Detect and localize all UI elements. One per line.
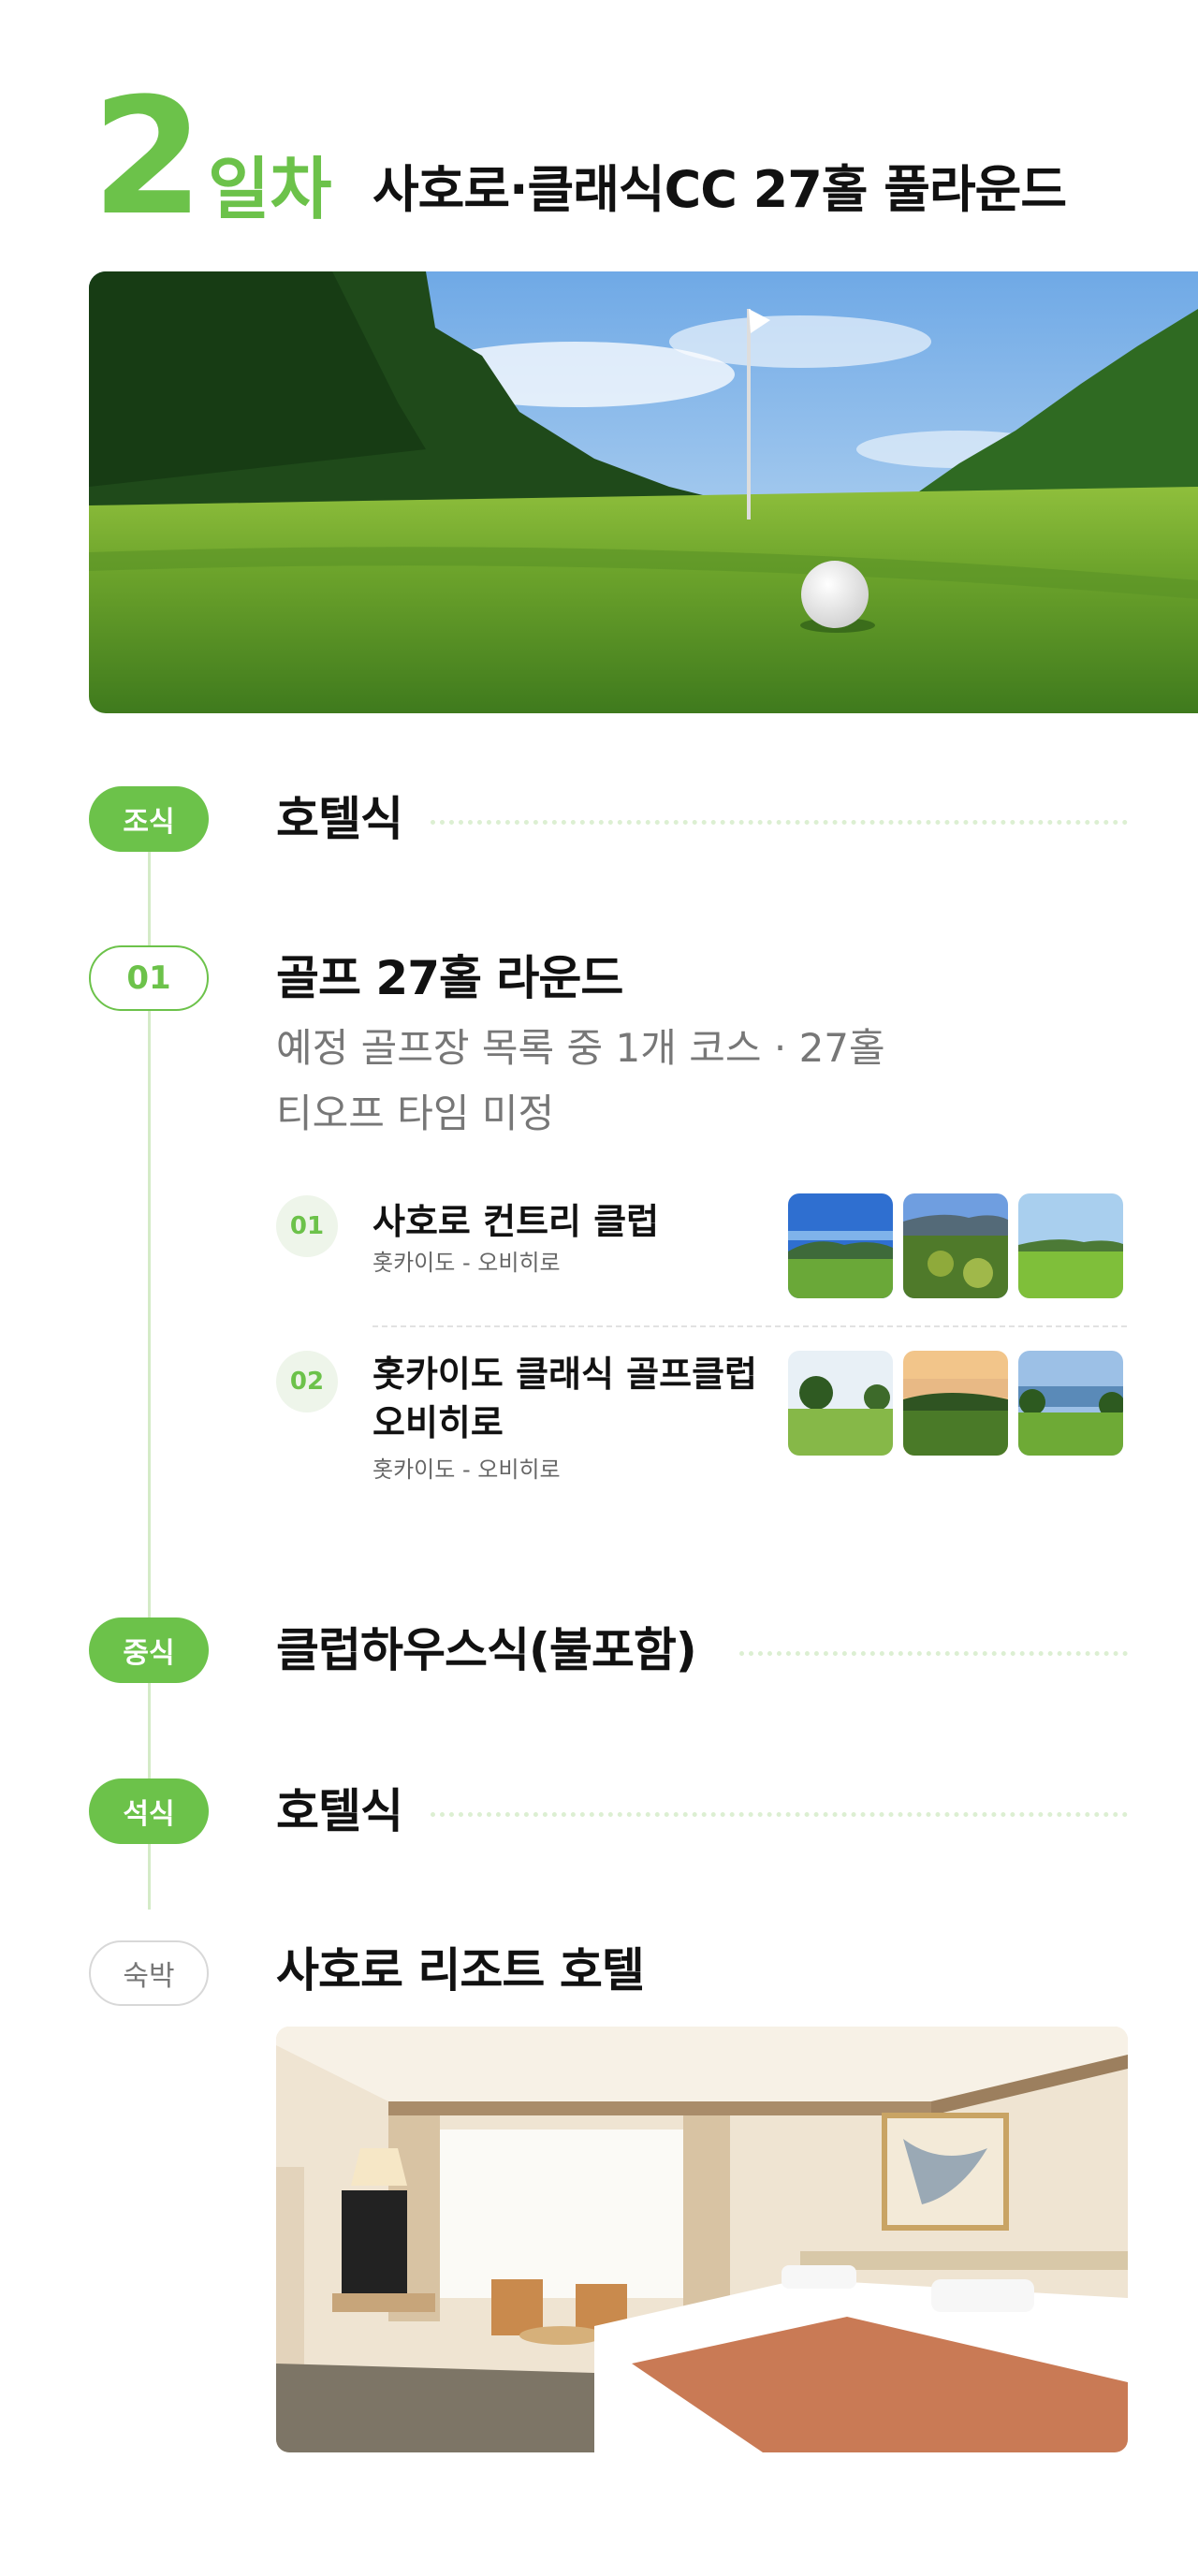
lodging-badge: 숙박	[89, 1940, 209, 2006]
dotted-divider	[431, 1812, 1128, 1817]
course-number: 02	[276, 1351, 338, 1412]
course-photo	[903, 1351, 1008, 1456]
course-photo	[788, 1351, 893, 1456]
golf-hero-image	[89, 271, 1198, 713]
golf-title: 골프 27홀 라운드	[276, 951, 623, 1005]
dotted-divider	[739, 1651, 1128, 1656]
hotel-room-image	[276, 2027, 1128, 2452]
day-number: 2	[92, 63, 204, 251]
golf-detail-course: 예정 골프장 목록 중 1개 코스 · 27홀	[276, 1025, 885, 1071]
dinner-badge: 석식	[89, 1778, 209, 1844]
day-unit: 일차	[208, 150, 332, 228]
golf-detail-teeoff: 티오프 타임 미정	[276, 1090, 555, 1136]
breakfast-badge: 조식	[89, 786, 209, 852]
lunch-title: 클럽하우스식(불포함)	[276, 1623, 697, 1677]
dinner-title: 호텔식	[276, 1784, 403, 1838]
course-name-line1: 홋카이도 클래식 골프클럽	[373, 1354, 758, 1395]
course-divider	[373, 1325, 1127, 1327]
course-photo	[1018, 1351, 1123, 1456]
dotted-divider	[431, 820, 1128, 825]
course-location: 홋카이도 - 오비히로	[373, 1250, 561, 1276]
lunch-badge: 중식	[89, 1617, 209, 1683]
day-header: 2 일차 사호로·클래식CC 27홀 풀라운드	[92, 63, 1121, 251]
course-photo	[788, 1193, 893, 1298]
day-title: 사호로·클래식CC 27홀 풀라운드	[373, 160, 1067, 219]
course-photo	[903, 1193, 1008, 1298]
lodging-title: 사호로 리조트 호텔	[276, 1943, 645, 1998]
breakfast-title: 호텔식	[276, 792, 403, 846]
course-number: 01	[276, 1195, 338, 1257]
course-location: 홋카이도 - 오비히로	[373, 1456, 561, 1483]
course-photo	[1018, 1193, 1123, 1298]
course-name-line2: 오비히로	[373, 1402, 504, 1443]
golf-badge: 01	[89, 945, 209, 1011]
course-name: 사호로 컨트리 클럽	[373, 1201, 660, 1242]
